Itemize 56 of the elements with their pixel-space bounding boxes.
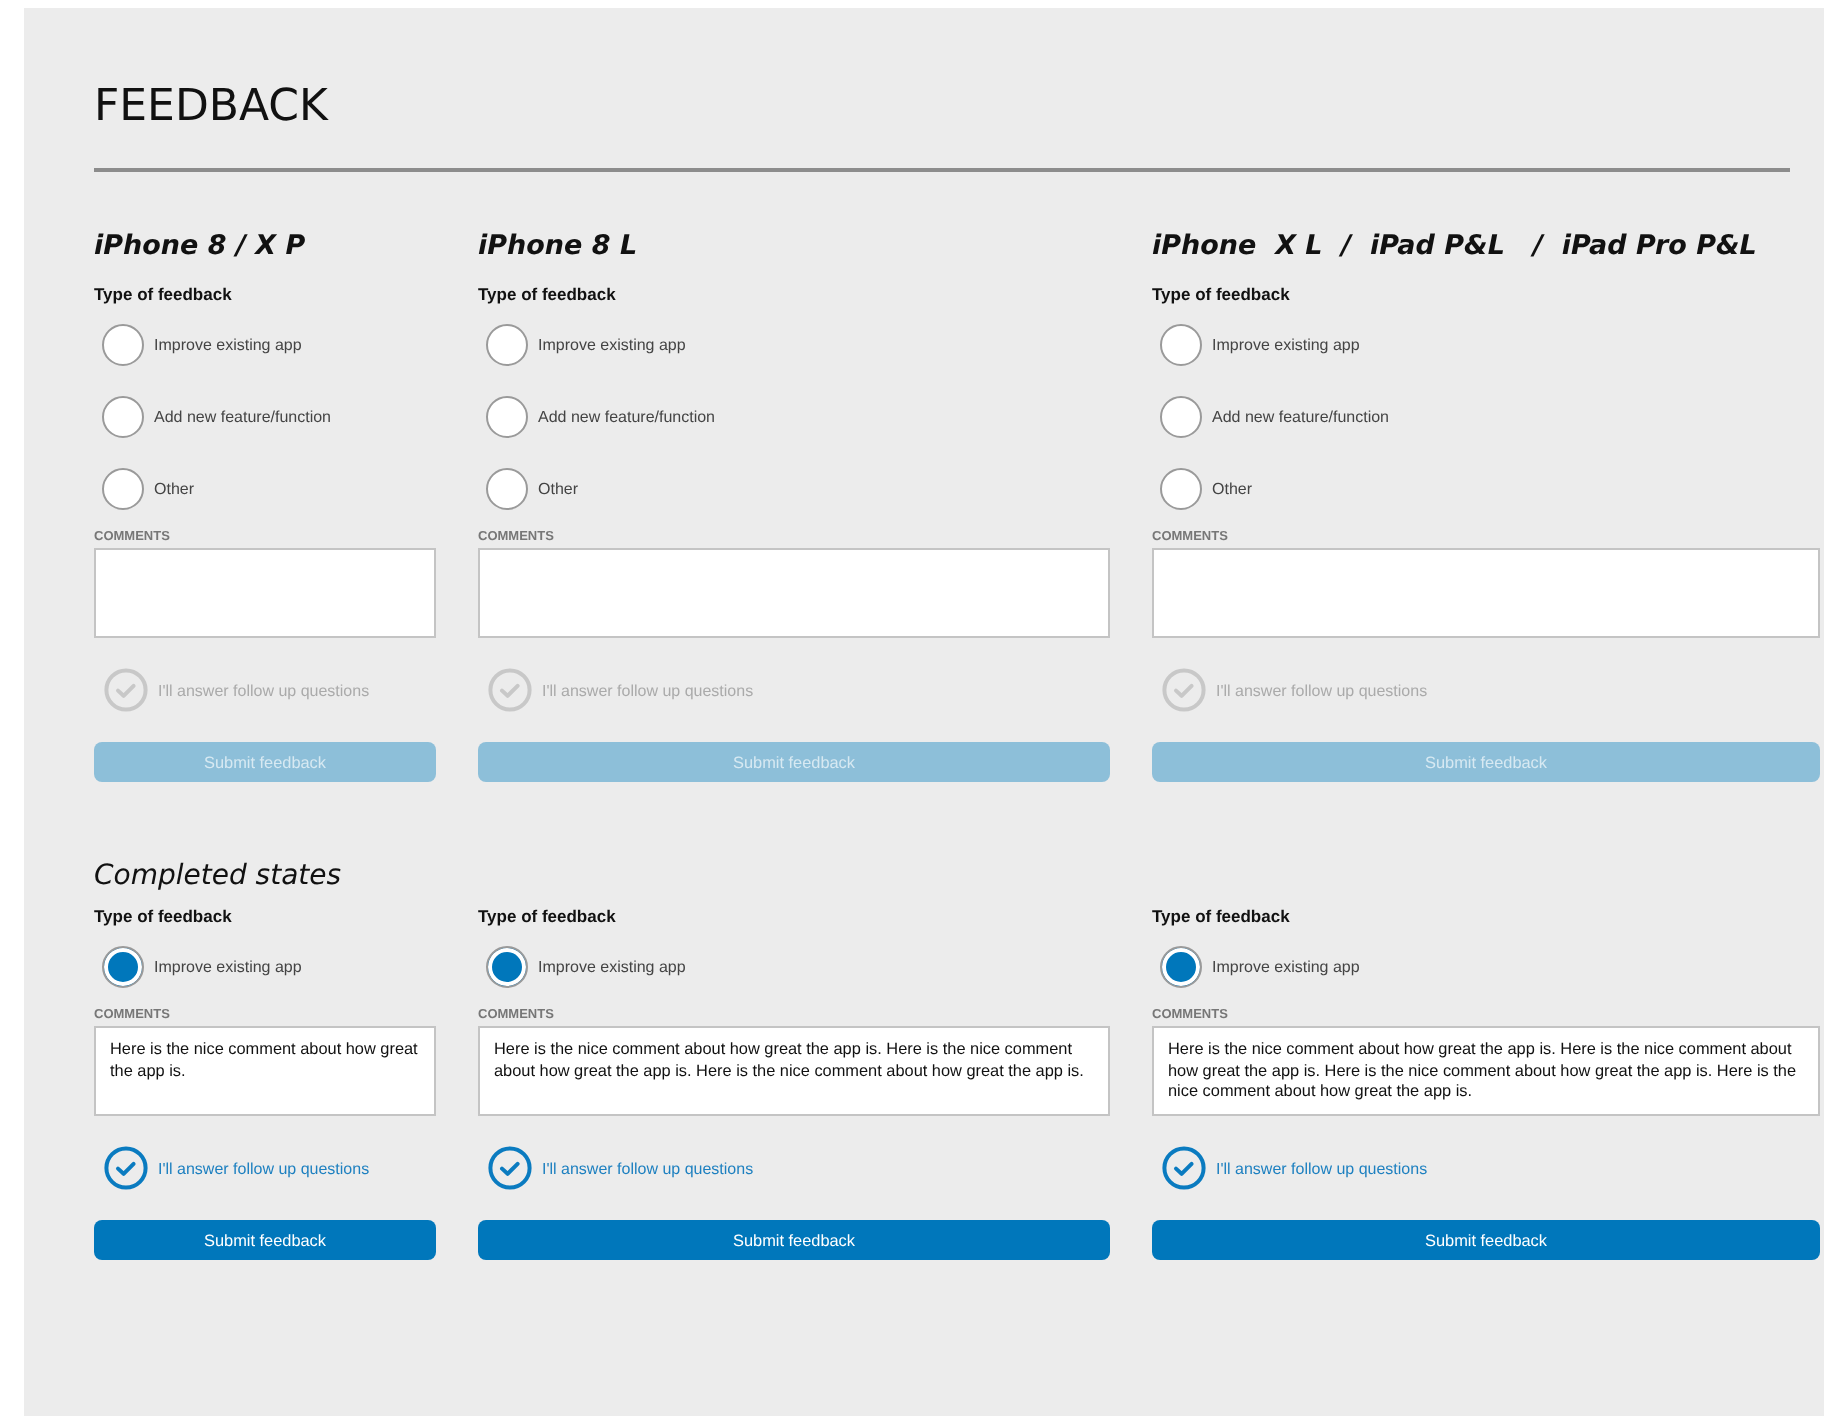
submit-button[interactable]: Submit feedback [1152, 1220, 1820, 1260]
comment-field[interactable] [1152, 548, 1820, 638]
section-heading: Completed states [94, 858, 344, 894]
radio-button[interactable] [102, 946, 144, 988]
checkbox[interactable] [104, 1146, 148, 1190]
radio-button[interactable] [486, 468, 528, 510]
option-label: Improve existing app [1212, 958, 1360, 976]
field-label: Type of feedback [1152, 284, 1290, 304]
option-label: Other [1212, 480, 1253, 498]
option-label: Other [154, 480, 195, 498]
checkbox[interactable] [488, 668, 532, 712]
option-label: Improve existing app [538, 336, 686, 354]
comment-field[interactable]: Here is the nice comment about how great the app is. [94, 1026, 436, 1116]
checkbox-label: I'll answer follow up questions [158, 681, 370, 699]
radio-button[interactable] [1160, 468, 1202, 510]
checkbox[interactable] [1162, 1146, 1206, 1190]
radio-button[interactable] [486, 396, 528, 438]
checkbox-label: I'll answer follow up questions [542, 681, 754, 699]
submit-button[interactable]: Submit feedback [478, 1220, 1110, 1260]
field-label: Type of feedback [478, 284, 616, 304]
checkbox-label: I'll answer follow up questions [1216, 681, 1428, 699]
comment-field[interactable] [478, 548, 1110, 638]
checkbox-label: I'll answer follow up questions [1216, 1159, 1428, 1177]
field-label: Type of feedback [94, 284, 232, 304]
option-label: Other [538, 480, 579, 498]
option-label: Improve existing app [154, 958, 302, 976]
field-label: Type of feedback [478, 906, 616, 926]
column-heading: iPhone 8 L [478, 228, 638, 264]
option-label: Improve existing app [154, 336, 302, 354]
radio-button[interactable] [1160, 324, 1202, 366]
column-heading: iPhone 8 / X P [94, 228, 306, 264]
option-label: Add new feature/function [1212, 408, 1390, 426]
field-label: Type of feedback [94, 906, 232, 926]
checkbox[interactable] [1162, 668, 1206, 712]
option-label: Add new feature/function [538, 408, 716, 426]
page-title: FEEDBACK [94, 80, 331, 136]
column-heading: iPhone X L / iPad P&L / iPad Pro P&L [1152, 228, 1757, 264]
option-label: Improve existing app [538, 958, 686, 976]
checkbox-label: I'll answer follow up questions [542, 1159, 754, 1177]
comment-field[interactable]: Here is the nice comment about how great the app is. Here is the nice comment about how great the app is. Here is the nice comment about how great the app is. Here is the nice comment about how great the app is. [1152, 1026, 1820, 1116]
submit-button[interactable]: Submit feedback [94, 1220, 436, 1260]
radio-button[interactable] [486, 324, 528, 366]
field-label: Type of feedback [1152, 906, 1290, 926]
radio-button[interactable] [102, 324, 144, 366]
comment-field[interactable]: Here is the nice comment about how great the app is. Here is the nice comment about how great the app is. Here is the nice comment about how great the app is. [478, 1026, 1110, 1116]
radio-button[interactable] [1160, 946, 1202, 988]
radio-button[interactable] [102, 396, 144, 438]
checkbox[interactable] [104, 668, 148, 712]
option-label: Add new feature/function [154, 408, 332, 426]
radio-button[interactable] [102, 468, 144, 510]
option-label: Improve existing app [1212, 336, 1360, 354]
radio-button[interactable] [1160, 396, 1202, 438]
comment-field[interactable] [94, 548, 436, 638]
checkbox-label: I'll answer follow up questions [158, 1159, 370, 1177]
radio-button[interactable] [486, 946, 528, 988]
checkbox[interactable] [488, 1146, 532, 1190]
